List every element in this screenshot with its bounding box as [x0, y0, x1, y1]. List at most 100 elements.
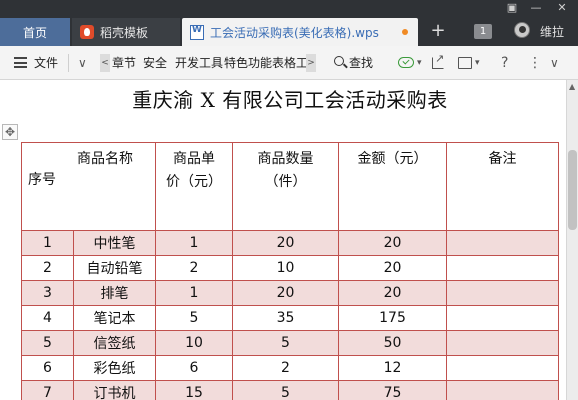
header-note[interactable]: 备注: [446, 142, 559, 231]
cell-name[interactable]: 排笔: [73, 280, 156, 306]
table-row: 3 排笔 1 20 20: [21, 280, 559, 306]
cell-no[interactable]: 4: [21, 305, 74, 331]
cell-amount[interactable]: 175: [338, 305, 447, 331]
tab-stencil[interactable]: 稻壳模板: [72, 18, 180, 46]
header-amount[interactable]: 金额（元）: [338, 142, 447, 231]
share-icon[interactable]: [432, 52, 444, 69]
collaborate-icon[interactable]: [458, 57, 472, 69]
cell-name[interactable]: 中性笔: [73, 230, 156, 256]
tab-chapter[interactable]: 章节: [112, 55, 136, 71]
cell-amount[interactable]: 20: [338, 280, 447, 306]
cell-qty[interactable]: 10: [232, 255, 339, 281]
tab-table-tools[interactable]: 表格工: [272, 55, 308, 71]
cell-no[interactable]: 7: [21, 380, 74, 400]
cloud-dropdown[interactable]: ▾: [417, 55, 422, 71]
cell-qty[interactable]: 20: [232, 230, 339, 256]
cell-price[interactable]: 1: [155, 230, 233, 256]
search-icon[interactable]: [334, 56, 344, 66]
close-window-button[interactable]: ✕: [552, 0, 572, 16]
unsaved-dot-icon: [402, 29, 408, 35]
table-row: 6 彩色纸 6 2 12: [21, 355, 559, 381]
cell-price[interactable]: 2: [155, 255, 233, 281]
cell-note[interactable]: [446, 330, 559, 356]
cell-name[interactable]: 自动铅笔: [73, 255, 156, 281]
table-row: 4 笔记本 5 35 175: [21, 305, 559, 331]
ribbon-scroll-left[interactable]: <: [100, 54, 110, 72]
tab-document[interactable]: 工会活动采购表(美化表格).wps: [182, 18, 418, 46]
cell-price[interactable]: 5: [155, 305, 233, 331]
collapse-ribbon-button[interactable]: ∨: [550, 55, 559, 71]
scroll-thumb[interactable]: [568, 150, 577, 230]
tab-home-label: 首页: [22, 25, 47, 40]
cell-no[interactable]: 6: [21, 355, 74, 381]
header-quantity[interactable]: 商品数量 （件）: [232, 142, 339, 231]
tab-features[interactable]: 特色功能: [224, 55, 272, 71]
cell-note[interactable]: [446, 230, 559, 256]
cell-price[interactable]: 6: [155, 355, 233, 381]
ribbon-scroll-right[interactable]: >: [306, 54, 316, 72]
table-row: 1 中性笔 1 20 20: [21, 230, 559, 256]
header-item-name: 商品名称: [77, 151, 133, 167]
scroll-up-icon[interactable]: ▲: [569, 82, 575, 91]
cell-qty[interactable]: 2: [232, 355, 339, 381]
cell-price[interactable]: 1: [155, 280, 233, 306]
cell-amount[interactable]: 75: [338, 380, 447, 400]
menu-icon[interactable]: [14, 57, 27, 68]
tab-stencil-label: 稻壳模板: [100, 25, 149, 40]
cell-amount[interactable]: 20: [338, 230, 447, 256]
add-tab-button[interactable]: +: [426, 20, 450, 41]
cell-qty[interactable]: 20: [232, 280, 339, 306]
table-header-row: 商品名称 序号 商品单 价（元） 商品数量 （件） 金额（元） 备注: [21, 142, 559, 231]
cloud-sync-icon[interactable]: [398, 57, 414, 68]
cell-qty[interactable]: 35: [232, 305, 339, 331]
cell-price[interactable]: 10: [155, 330, 233, 356]
tab-dev-tools[interactable]: 开发工具: [175, 55, 223, 71]
cell-name[interactable]: 笔记本: [73, 305, 156, 331]
cell-note[interactable]: [446, 380, 559, 400]
docer-icon: [80, 25, 94, 39]
cell-qty[interactable]: 5: [232, 330, 339, 356]
diagonal-header-cell[interactable]: 商品名称 序号: [21, 142, 156, 231]
vertical-scrollbar[interactable]: ▲: [566, 80, 578, 400]
find-button[interactable]: 查找: [349, 55, 373, 71]
cell-no[interactable]: 1: [21, 230, 74, 256]
tab-home[interactable]: 首页: [0, 18, 70, 46]
window-count-badge[interactable]: 1: [474, 24, 492, 39]
tab-document-label: 工会活动采购表(美化表格).wps: [210, 25, 379, 40]
cell-name[interactable]: 信签纸: [73, 330, 156, 356]
tab-security[interactable]: 安全: [143, 55, 167, 71]
cell-note[interactable]: [446, 280, 559, 306]
page-title: 重庆渝 X 有限公司工会活动采购表: [132, 88, 448, 112]
header-unit-price[interactable]: 商品单 价（元）: [155, 142, 233, 231]
cell-no[interactable]: 5: [21, 330, 74, 356]
help-button[interactable]: ?: [501, 55, 508, 71]
quick-access-dropdown[interactable]: ∨: [78, 55, 87, 71]
toolbar: 文件 ∨ < 章节 安全 开发工具 特色功能 表格工 > 查找 ▾ ▾ ? ⋮ …: [0, 46, 578, 80]
file-menu[interactable]: 文件: [34, 55, 58, 71]
cell-no[interactable]: 3: [21, 280, 74, 306]
cell-note[interactable]: [446, 255, 559, 281]
cell-name[interactable]: 订书机: [73, 380, 156, 400]
title-bar: ▣ — ✕ 首页 稻壳模板 工会活动采购表(美化表格).wps + 1 维拉: [0, 0, 578, 46]
wps-doc-icon: [190, 24, 204, 40]
cell-note[interactable]: [446, 355, 559, 381]
collaborate-dropdown[interactable]: ▾: [475, 55, 480, 71]
cell-name[interactable]: 彩色纸: [73, 355, 156, 381]
minimize-button[interactable]: —: [526, 0, 546, 16]
cell-amount[interactable]: 50: [338, 330, 447, 356]
table-move-handle-icon[interactable]: ✥: [2, 124, 18, 140]
avatar[interactable]: [514, 22, 530, 38]
more-button[interactable]: ⋮: [528, 55, 542, 71]
cell-amount[interactable]: 12: [338, 355, 447, 381]
cell-qty[interactable]: 5: [232, 380, 339, 400]
cell-amount[interactable]: 20: [338, 255, 447, 281]
divider: [68, 54, 69, 72]
cell-note[interactable]: [446, 305, 559, 331]
table-row: 5 信签纸 10 5 50: [21, 330, 559, 356]
skin-button[interactable]: ▣: [502, 0, 522, 16]
cell-price[interactable]: 15: [155, 380, 233, 400]
username[interactable]: 维拉: [540, 23, 564, 40]
table-row: 2 自动铅笔 2 10 20: [21, 255, 559, 281]
cell-no[interactable]: 2: [21, 255, 74, 281]
purchase-table: 商品名称 序号 商品单 价（元） 商品数量 （件） 金额（元） 备注 1 中性笔 1…: [21, 142, 559, 400]
